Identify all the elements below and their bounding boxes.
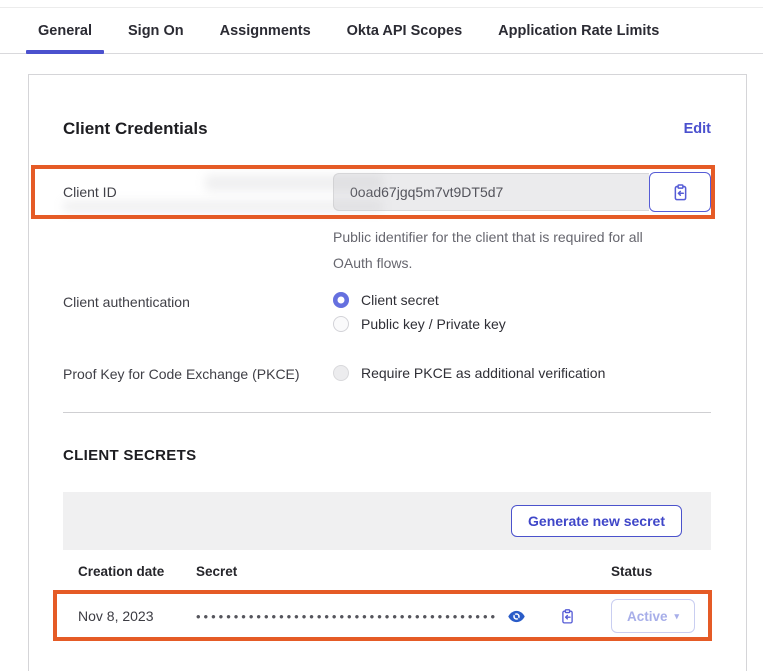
client-credentials-card: Client Credentials Edit Client ID 0oad67… <box>28 74 747 671</box>
tab-assignments[interactable]: Assignments <box>208 23 323 53</box>
window-top-hairline <box>0 0 763 8</box>
header-status: Status <box>611 564 711 579</box>
tab-general[interactable]: General <box>26 23 104 53</box>
secrets-table-header: Creation date Secret Status <box>63 550 711 593</box>
client-id-help-text: Public identifier for the client that is… <box>333 224 685 276</box>
copy-secret-button[interactable] <box>559 608 576 625</box>
client-id-row: Client ID 0oad67jgq5m7vt9DT5d7 <box>63 173 711 212</box>
pkce-checkbox-option[interactable]: Require PKCE as additional verification <box>333 364 605 382</box>
reveal-secret-button[interactable] <box>508 610 525 623</box>
tab-application-rate-limits[interactable]: Application Rate Limits <box>486 23 671 53</box>
client-id-input-group: 0oad67jgq5m7vt9DT5d7 <box>333 173 711 212</box>
radio-selected-icon[interactable] <box>333 292 349 308</box>
eye-icon <box>508 610 525 623</box>
tab-okta-api-scopes[interactable]: Okta API Scopes <box>335 23 475 53</box>
client-secrets-title: CLIENT SECRETS <box>63 447 711 464</box>
client-id-value-field[interactable]: 0oad67jgq5m7vt9DT5d7 <box>333 173 649 211</box>
checkbox-unchecked-icon[interactable] <box>333 365 349 381</box>
app-tabbar: General Sign On Assignments Okta API Sco… <box>0 8 763 54</box>
client-credentials-header: Client Credentials Edit <box>63 119 711 139</box>
pkce-label: Proof Key for Code Exchange (PKCE) <box>63 366 333 382</box>
clipboard-copy-icon <box>559 608 576 625</box>
caret-down-icon: ▾ <box>675 611 680 622</box>
radio-unselected-icon[interactable] <box>333 316 349 332</box>
client-authentication-options: Client secret Public key / Private key <box>333 292 506 332</box>
secret-creation-date: Nov 8, 2023 <box>78 608 196 624</box>
client-id-label: Client ID <box>63 184 333 200</box>
section-title: Client Credentials <box>63 119 208 139</box>
header-secret: Secret <box>196 564 611 579</box>
header-creation-date: Creation date <box>78 564 196 579</box>
radio-public-private-key[interactable]: Public key / Private key <box>333 316 506 332</box>
secret-cell: •••••••••••••••••••••••••••••••••••••••• <box>196 608 611 625</box>
status-cell: Active ▾ <box>611 599 711 633</box>
section-divider <box>63 412 711 413</box>
radio-client-secret[interactable]: Client secret <box>333 292 506 308</box>
generate-new-secret-button[interactable]: Generate new secret <box>511 505 682 537</box>
copy-client-id-button[interactable] <box>649 172 711 212</box>
status-dropdown-button[interactable]: Active ▾ <box>611 599 695 633</box>
clipboard-copy-icon <box>671 183 690 202</box>
tab-sign-on[interactable]: Sign On <box>116 23 196 53</box>
edit-link[interactable]: Edit <box>684 121 711 137</box>
masked-secret-value: •••••••••••••••••••••••••••••••••••••••• <box>196 609 498 624</box>
radio-client-secret-label: Client secret <box>361 292 439 308</box>
pkce-row: Proof Key for Code Exchange (PKCE) Requi… <box>63 364 711 382</box>
radio-public-private-key-label: Public key / Private key <box>361 316 506 332</box>
status-label: Active <box>627 609 668 624</box>
client-secrets-toolbar: Generate new secret <box>63 492 711 550</box>
table-row: Nov 8, 2023 ••••••••••••••••••••••••••••… <box>63 593 711 639</box>
pkce-option-label: Require PKCE as additional verification <box>361 365 605 381</box>
client-authentication-row: Client authentication Client secret Publ… <box>63 292 711 332</box>
client-authentication-label: Client authentication <box>63 294 333 332</box>
